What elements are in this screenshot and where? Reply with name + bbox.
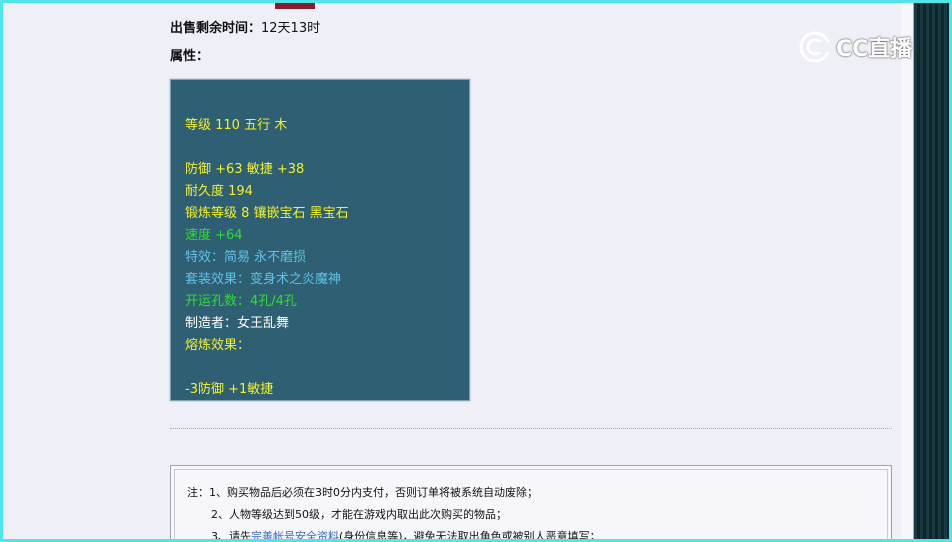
notice-line-2: 2、人物等级达到50级，才能在游戏内取出此次购买的物品； <box>211 508 507 521</box>
notice-line-3: 3、请先完善帐号安全资料(身份信息等)，避免无法取出角色或被别人恶意填写； <box>211 528 601 539</box>
attr-set-effect: 套装效果：变身术之炎魔神 <box>185 272 342 287</box>
attributes-label: 属性： <box>170 49 210 64</box>
sale-time-label: 出售剩余时间： <box>170 21 262 36</box>
attributes-heading: 属性： <box>170 45 209 64</box>
attr-durability: 耐久度 194 <box>185 184 253 199</box>
notice-line-3-suffix: (身份信息等)，避免无法取出角色或被别人恶意填写； <box>339 530 601 539</box>
complete-account-security-link[interactable]: 完善帐号安全资料 <box>251 530 339 539</box>
attr-smelt-label: 熔炼效果： <box>185 338 251 353</box>
cc-live-logo-icon <box>799 31 831 63</box>
item-attributes-panel: 等级 110 五行 木 防御 +63 敏捷 +38 耐久度 194 锻炼等级 8… <box>169 78 471 402</box>
attr-luck-slots: 开运孔数：4孔/4孔 <box>185 294 297 309</box>
purchase-notice-box: 注：1、购买物品后必须在3时0分内支付，否则订单将被系统自动废除； 2、人物等级… <box>170 465 892 539</box>
logo-text: CC直播 <box>836 37 913 62</box>
attr-maker: 制造者：女王乱舞 <box>185 316 290 331</box>
sale-time-row: 出售剩余时间：12天13时 <box>170 17 320 36</box>
notice-line-3-prefix: 3、请先 <box>211 530 251 539</box>
attr-defense-agility: 防御 +63 敏捷 +38 <box>185 162 305 177</box>
scrollbar-gutter <box>901 3 914 539</box>
attr-smelt-value: -3防御 +1敏捷 <box>185 382 274 397</box>
cc-live-watermark: CC直播 <box>798 30 912 64</box>
attr-forge-gem: 锻炼等级 8 镶嵌宝石 黑宝石 <box>185 206 349 221</box>
attr-level-element: 等级 110 五行 木 <box>185 118 288 133</box>
section-divider <box>170 428 892 429</box>
sale-time-value: 12天13时 <box>261 21 321 36</box>
side-panel-strip <box>914 3 949 539</box>
attr-speed: 速度 +64 <box>185 228 243 243</box>
notice-line-1: 注：1、购买物品后必须在3时0分内支付，否则订单将被系统自动废除； <box>187 486 538 499</box>
attr-special-effect: 特效：简易 永不磨损 <box>185 250 307 265</box>
trade-page: 出售剩余时间：12天13时 属性： 等级 110 五行 木 防御 +63 敏捷 … <box>3 3 902 539</box>
header-tab-fragment <box>275 3 315 9</box>
